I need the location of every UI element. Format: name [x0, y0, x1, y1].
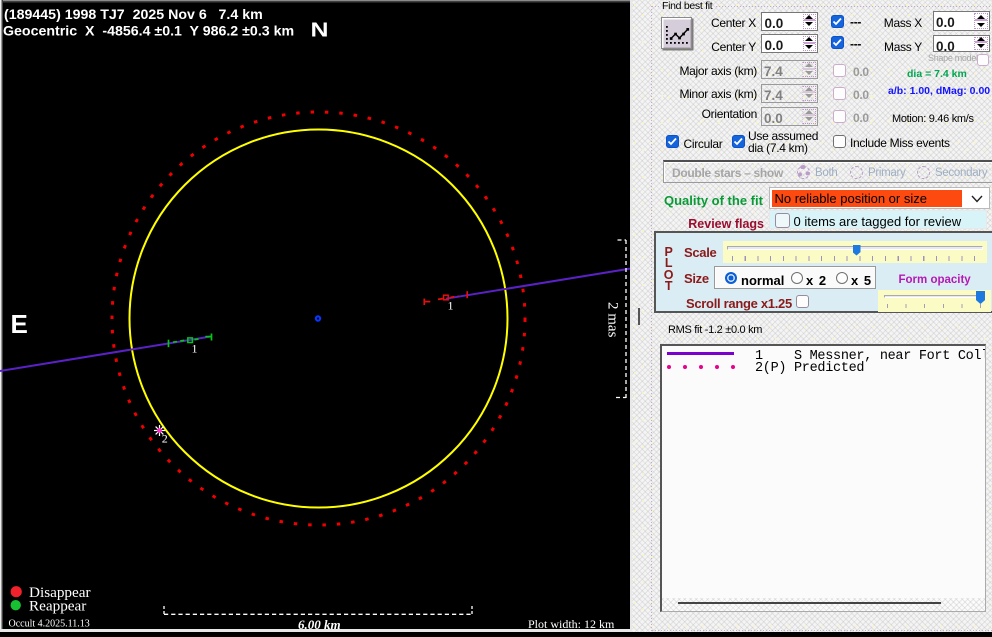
svg-text:2 mas: 2 mas [605, 302, 621, 338]
svg-text:6.00 km: 6.00 km [298, 617, 341, 632]
svg-text:2: 2 [162, 431, 168, 445]
svg-text:Geocentric X -4856.4 ±0.1 Y: Geocentric X -4856.4 ±0.1 Y 986.2 ±0.3 k… [3, 24, 294, 40]
svg-text:N: N [311, 19, 329, 42]
svg-text:1: 1 [448, 299, 454, 313]
svg-text:1: 1 [192, 342, 198, 356]
svg-text:(189445) 1998 TJ7 2025 Nov 6: (189445) 1998 TJ7 2025 Nov 6 7.4 km [4, 7, 263, 23]
svg-text:Reappear: Reappear [29, 598, 86, 615]
svg-text:Occult 4.2025.11.13: Occult 4.2025.11.13 [9, 619, 90, 630]
svg-text:Plot width: 12 km: Plot width: 12 km [528, 617, 615, 631]
svg-text:E: E [11, 309, 28, 339]
